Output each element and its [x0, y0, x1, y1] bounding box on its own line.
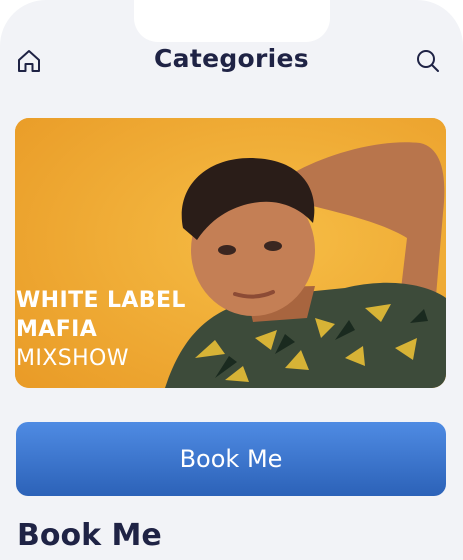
book-me-button[interactable]: Book Me: [16, 422, 446, 496]
top-bar: Categories: [0, 40, 463, 82]
hero-title-line-1: WHITE LABEL: [16, 288, 186, 313]
hero-title-line-2: MAFIA: [16, 317, 98, 342]
hero-subtitle: MIXSHOW: [16, 346, 129, 371]
hero-caption: WHITE LABEL MAFIA MIXSHOW: [16, 286, 186, 373]
section-heading: Book Me: [17, 518, 162, 553]
search-button[interactable]: [413, 46, 443, 76]
search-icon: [417, 50, 439, 72]
device-notch: [134, 0, 330, 42]
app-screen: Categories WHITE LABEL MAFIA MIXSHOW Boo…: [0, 0, 463, 560]
page-title: Categories: [154, 44, 309, 73]
